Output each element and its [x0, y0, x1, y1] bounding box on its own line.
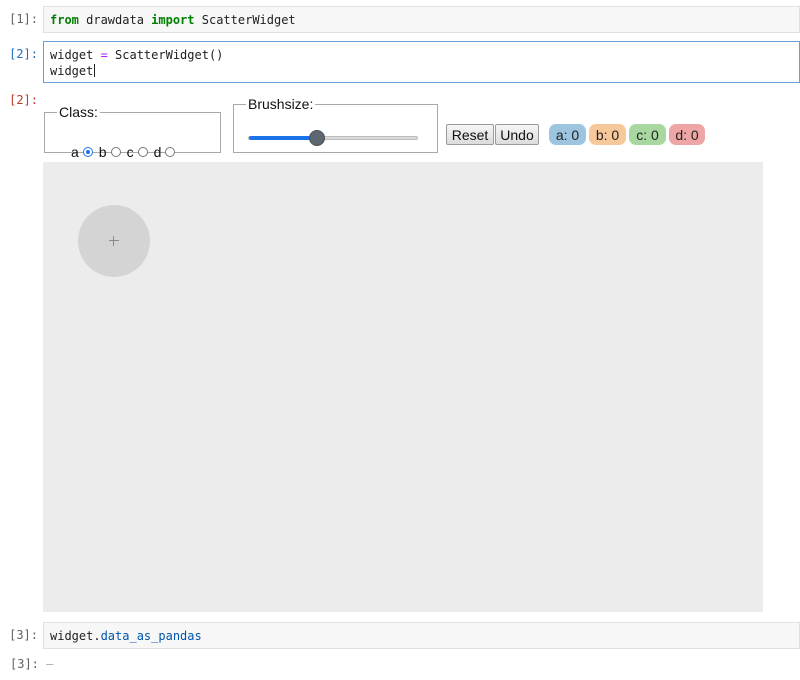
radio-a[interactable] — [82, 147, 93, 157]
keyword-from: from — [50, 13, 79, 27]
code-attribute: data_as_pandas — [100, 629, 202, 643]
class-radio-group: a b c d — [71, 144, 181, 160]
code-cell-3[interactable]: widget.data_as_pandas — [43, 622, 800, 649]
count-badge-c: c: 0 — [629, 124, 666, 145]
drawing-canvas[interactable] — [43, 162, 763, 612]
crosshair-icon — [109, 236, 119, 246]
class-option-label: c — [126, 144, 134, 160]
class-option-b[interactable]: b — [99, 144, 121, 160]
code-rhs: ScatterWidget() — [107, 48, 224, 62]
module-name: drawdata — [78, 13, 152, 27]
brushsize-slider-thumb[interactable] — [309, 130, 325, 146]
class-fieldset: Class: a b c d — [44, 104, 221, 160]
radio-d[interactable] — [165, 147, 176, 157]
class-legend: Class: — [59, 104, 98, 120]
class-option-label: b — [98, 144, 107, 160]
code-cell-2[interactable]: widget = ScatterWidget() widget — [43, 41, 800, 83]
keyword-import: import — [151, 13, 195, 27]
class-option-d[interactable]: d — [154, 144, 176, 160]
code-operator: = — [100, 48, 108, 62]
cell-4-prompt-label: [3]: — [10, 657, 39, 671]
code-lhs: widget — [50, 48, 101, 62]
brushsize-fieldset: Brushsize: — [233, 96, 438, 153]
cell-4-prompt: [3]: — — [10, 657, 70, 671]
text-cursor — [94, 64, 96, 77]
imported-name: ScatterWidget — [194, 13, 296, 27]
code-widget-ref: widget — [50, 64, 94, 78]
output-prompt: [2]: — [9, 93, 38, 107]
cell-3-prompt: [3]: — [9, 628, 38, 642]
radio-b[interactable] — [110, 147, 121, 157]
count-badge-b: b: 0 — [589, 124, 626, 145]
count-badge-d: d: 0 — [669, 124, 705, 145]
class-option-label: a — [71, 144, 79, 160]
cell-4-placeholder: — — [46, 657, 54, 671]
class-option-a[interactable]: a — [71, 144, 93, 160]
cell-2-prompt: [2]: — [9, 47, 38, 61]
count-badge-a: a: 0 — [549, 124, 586, 145]
brushsize-slider-fill — [249, 136, 317, 140]
brushsize-legend: Brushsize: — [248, 96, 314, 112]
code-line-1: widget = ScatterWidget() — [50, 47, 793, 63]
undo-button[interactable]: Undo — [495, 124, 539, 145]
brushsize-slider[interactable] — [248, 130, 418, 146]
code-object: widget. — [50, 629, 101, 643]
radio-c[interactable] — [137, 147, 148, 157]
code-cell-1[interactable]: from drawdata import ScatterWidget — [43, 6, 800, 33]
code-line-2: widget — [50, 63, 793, 79]
reset-button[interactable]: Reset — [446, 124, 494, 145]
class-option-c[interactable]: c — [127, 144, 148, 160]
cell-1-prompt: [1]: — [9, 12, 38, 26]
class-option-label: d — [153, 144, 162, 160]
